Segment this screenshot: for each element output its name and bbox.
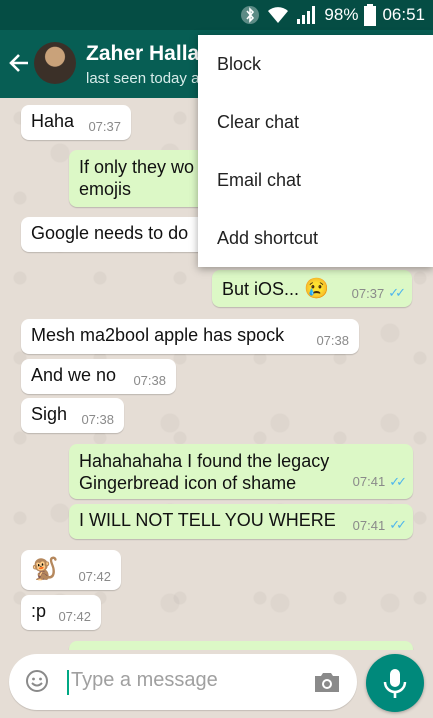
signal-icon: [297, 6, 316, 24]
message-text: Haha: [31, 111, 75, 131]
message-bubble-partial[interactable]: [69, 641, 413, 650]
last-seen-status: last seen today a: [86, 70, 200, 87]
clock: 06:51: [382, 5, 425, 24]
message-bubble[interactable]: And we no 07:38: [21, 359, 176, 394]
overflow-menu: Block Clear chat Email chat Add shortcut: [198, 35, 433, 267]
message-bubble[interactable]: Google needs to do: [21, 217, 211, 252]
wifi-icon: [268, 7, 289, 23]
message-time: 07:38: [316, 333, 349, 348]
message-text: Mesh ma2bool apple has spock: [31, 325, 285, 345]
message-time: 07:41: [352, 474, 386, 489]
message-bubble[interactable]: Sigh 07:38: [21, 398, 124, 433]
arrow-left-icon[interactable]: [8, 52, 30, 74]
read-receipt-icon: ✓✓: [388, 285, 406, 300]
battery-icon: [364, 4, 377, 26]
text-cursor: [67, 670, 69, 695]
bluetooth-icon: [241, 6, 260, 24]
message-bubble[interactable]: Haha 07:37: [21, 105, 131, 140]
read-receipt-icon: ✓✓: [389, 474, 407, 489]
status-icons: 98% 06:51: [240, 4, 425, 26]
monkey-emoji: 🐒: [31, 556, 59, 581]
camera-icon[interactable]: [313, 669, 341, 695]
message-text: Sigh: [31, 404, 68, 424]
message-bubble[interactable]: :p 07:42: [21, 595, 101, 630]
message-time: 07:38: [81, 412, 114, 427]
menu-item-block[interactable]: Block: [198, 35, 433, 93]
message-text: And we no: [31, 365, 117, 385]
menu-item-email-chat[interactable]: Email chat: [198, 151, 433, 209]
message-bubble[interactable]: Hahahahaha I found the legacy Gingerbrea…: [69, 444, 413, 499]
message-bubble[interactable]: 🐒 07:42: [21, 550, 121, 590]
message-emoji: 😢: [304, 278, 329, 300]
avatar[interactable]: [34, 42, 76, 84]
message-bubble[interactable]: Mesh ma2bool apple has spock 07:38: [21, 319, 359, 354]
message-time: 07:42: [58, 609, 91, 624]
message-input[interactable]: Type a message: [71, 669, 218, 692]
message-bubble[interactable]: I WILL NOT TELL YOU WHERE 07:41 ✓✓: [69, 504, 413, 539]
status-bar: 98% 06:51: [0, 0, 433, 30]
voice-message-button[interactable]: [366, 654, 424, 712]
message-time: 07:42: [78, 569, 111, 584]
menu-item-add-shortcut[interactable]: Add shortcut: [198, 209, 433, 267]
message-text: Hahahahaha I found the legacy: [79, 451, 330, 471]
message-composer[interactable]: Type a message: [9, 654, 357, 710]
contact-name[interactable]: Zaher Halla: [86, 42, 199, 66]
message-text: Google needs to do: [31, 223, 189, 243]
message-time: 07:37: [88, 119, 121, 134]
message-time: 07:37: [351, 285, 385, 301]
message-bubble[interactable]: But iOS... 😢 07:37 ✓✓: [212, 270, 412, 307]
read-receipt-icon: ✓✓: [389, 517, 407, 532]
message-text: I WILL NOT TELL YOU WHERE: [79, 510, 336, 530]
message-time: 07:41: [352, 517, 386, 533]
message-text: But iOS...: [222, 279, 300, 299]
menu-item-clear-chat[interactable]: Clear chat: [198, 93, 433, 151]
message-time: 07:38: [133, 373, 166, 388]
message-text: :p: [31, 601, 47, 621]
battery-percent: 98%: [324, 5, 359, 24]
microphone-icon: [383, 669, 407, 698]
smiley-icon[interactable]: [25, 669, 49, 693]
